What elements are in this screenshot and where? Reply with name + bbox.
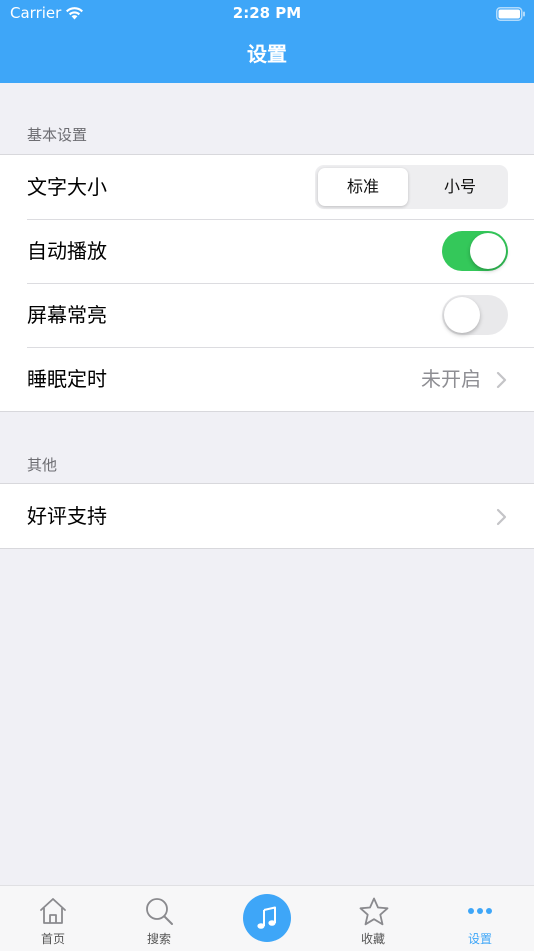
- navigation-bar: Carrier 2:28 PM 设置: [0, 0, 534, 83]
- section-header-basic: 基本设置: [27, 126, 88, 144]
- toggle-knob: [444, 297, 480, 333]
- home-icon: [38, 896, 68, 926]
- star-icon: [358, 896, 389, 926]
- tab-label: 搜索: [146, 932, 171, 946]
- row-rate-app[interactable]: 好评支持: [0, 484, 534, 548]
- segment-small[interactable]: 小号: [415, 168, 505, 206]
- tab-label: 首页: [40, 932, 65, 946]
- settings-group-other: 好评支持: [0, 483, 534, 549]
- music-note-icon: [256, 906, 278, 934]
- status-bar: Carrier 2:28 PM: [0, 0, 534, 26]
- row-label: 好评支持: [27, 504, 107, 528]
- row-font-size: 文字大小 标准 小号: [0, 155, 534, 219]
- row-label: 文字大小: [27, 175, 107, 199]
- search-icon: [144, 896, 174, 926]
- row-sleep-timer[interactable]: 睡眠定时 未开启: [0, 347, 534, 411]
- tab-label: 设置: [467, 932, 492, 946]
- row-label: 睡眠定时: [27, 367, 107, 391]
- tab-favorites[interactable]: 收藏: [320, 886, 426, 951]
- sleep-timer-value: 未开启: [421, 367, 481, 391]
- row-label: 自动播放: [27, 239, 107, 263]
- row-autoplay: 自动播放: [0, 219, 534, 283]
- page-title: 设置: [247, 42, 287, 66]
- font-size-segmented-control[interactable]: 标准 小号: [315, 165, 508, 209]
- keep-screen-on-toggle[interactable]: [442, 295, 508, 335]
- row-keep-screen-on: 屏幕常亮: [0, 283, 534, 347]
- center-music-button[interactable]: [243, 894, 291, 942]
- status-time: 2:28 PM: [232, 4, 302, 22]
- tab-label: 收藏: [360, 932, 385, 946]
- tab-settings[interactable]: 设置: [427, 886, 533, 951]
- autoplay-toggle[interactable]: [442, 231, 508, 271]
- battery-icon: [496, 6, 526, 25]
- chevron-right-icon: [496, 508, 508, 530]
- segment-standard[interactable]: 标准: [318, 168, 408, 206]
- section-header-other: 其他: [27, 456, 58, 474]
- tab-search[interactable]: 搜索: [106, 886, 212, 951]
- more-icon: [465, 896, 495, 926]
- chevron-right-icon: [496, 371, 508, 393]
- settings-group-basic: 文字大小 标准 小号 自动播放 屏幕常亮 睡眠定时 未开启: [0, 154, 534, 412]
- row-label: 屏幕常亮: [27, 303, 107, 327]
- tab-home[interactable]: 首页: [0, 886, 106, 951]
- toggle-knob: [470, 233, 506, 269]
